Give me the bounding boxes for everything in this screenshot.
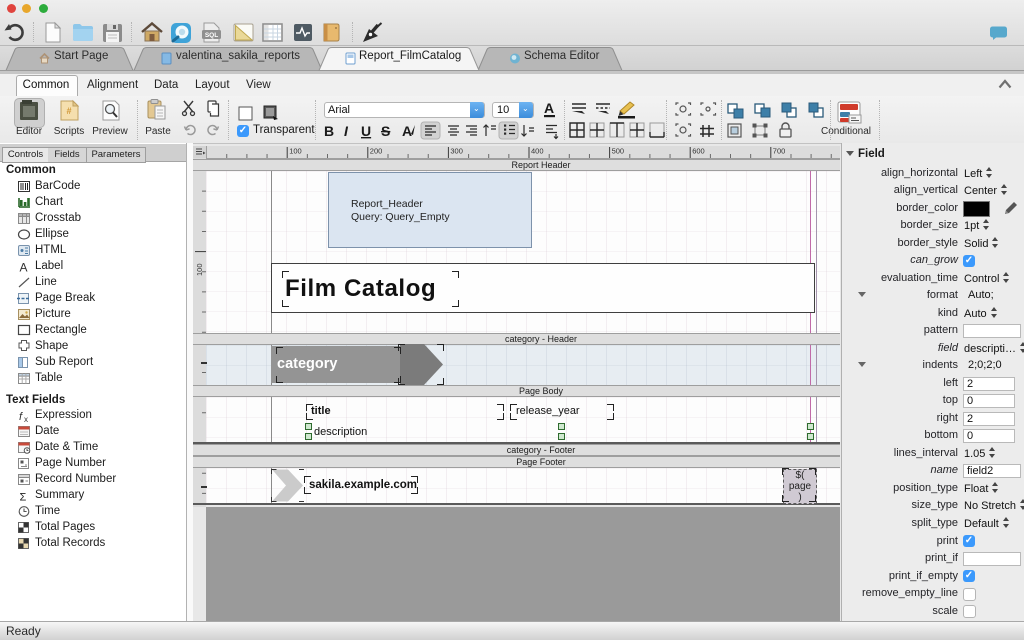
svg-text:A: A	[544, 100, 554, 116]
svg-text:500: 500	[612, 147, 625, 156]
svg-text:700: 700	[773, 147, 786, 156]
svg-text:300: 300	[450, 147, 463, 156]
svg-text:200: 200	[370, 147, 383, 156]
svg-text:#: #	[67, 106, 72, 116]
svg-text:A: A	[20, 261, 28, 275]
svg-text:U: U	[361, 123, 371, 139]
svg-text:SQL: SQL	[205, 32, 218, 39]
svg-text:100: 100	[289, 147, 302, 156]
svg-text:B: B	[324, 123, 334, 139]
svg-text:600: 600	[692, 147, 705, 156]
svg-text:A: A	[402, 123, 412, 139]
svg-text:400: 400	[531, 147, 544, 156]
svg-text:I: I	[344, 123, 349, 139]
svg-text:Σ: Σ	[20, 492, 27, 504]
svg-text:f: f	[19, 411, 23, 423]
svg-text:S: S	[381, 123, 390, 139]
svg-text:x: x	[24, 415, 28, 424]
